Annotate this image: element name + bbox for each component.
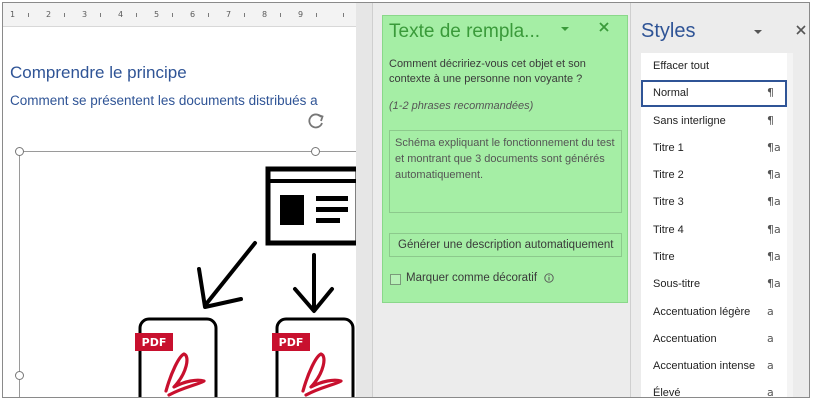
alt-text-panel: Texte de rempla... Comment décririez-vou… (382, 15, 628, 303)
linked-style-icon: ¶a (767, 195, 781, 208)
paragraph-style-icon: ¶ (767, 114, 774, 127)
style-item-label: Titre 1 (653, 142, 684, 154)
ruler-number: 6 (190, 10, 196, 19)
styles-list-scrollbar[interactable] (787, 53, 793, 397)
character-style-icon: a (767, 386, 774, 398)
character-style-icon: a (767, 332, 774, 345)
alt-text-hint: (1-2 phrases recommandées) (389, 100, 534, 112)
pdf-file-icon: PDF (272, 317, 355, 397)
character-style-icon: a (767, 305, 774, 318)
linked-style-icon: ¶a (767, 250, 781, 263)
ruler-number: 5 (154, 10, 160, 19)
ruler-number: 7 (226, 10, 232, 19)
style-item-no-spacing[interactable]: Sans interligne ¶ (641, 108, 787, 135)
alt-text-input[interactable]: Schéma expliquant le fonctionnement du t… (389, 130, 622, 213)
style-item-subtitle[interactable]: Sous-titre ¶a (641, 271, 787, 298)
rotate-handle-icon[interactable] (306, 111, 326, 131)
style-item-label: Titre 3 (653, 196, 684, 208)
linked-style-icon: ¶a (767, 141, 781, 154)
style-item-label: Élevé (653, 387, 681, 398)
ruler-tick (316, 13, 317, 17)
style-item-label: Sans interligne (653, 115, 726, 127)
ruler-tick (343, 13, 344, 17)
style-item-strong[interactable]: Élevé a (641, 380, 787, 398)
style-item-label: Titre (653, 251, 675, 263)
ruler-number: 8 (262, 10, 268, 19)
document-subheading: Comment se présentent les documents dist… (10, 93, 318, 108)
style-item-title[interactable]: Titre ¶a (641, 244, 787, 271)
ruler-tick (172, 13, 173, 17)
ruler-tick (64, 13, 65, 17)
linked-style-icon: ¶a (767, 223, 781, 236)
styles-list: Effacer tout Normal ¶ Sans interligne ¶ … (641, 53, 787, 398)
style-item-heading-1[interactable]: Titre 1 ¶a (641, 135, 787, 162)
styles-pane-title: Styles (641, 20, 696, 42)
ruler-tick (28, 13, 29, 17)
style-item-clear-all[interactable]: Effacer tout (641, 53, 787, 80)
decorative-checkbox-label[interactable]: Marquer comme décoratif (406, 272, 537, 284)
ruler-tick (208, 13, 209, 17)
style-item-label: Sous-titre (653, 278, 701, 290)
style-item-heading-3[interactable]: Titre 3 ¶a (641, 189, 787, 216)
pane-options-chevron-down-icon[interactable] (558, 22, 572, 36)
ruler-number: 1 (10, 10, 16, 19)
ruler-number: 4 (118, 10, 124, 19)
pdf-label: PDF (142, 336, 167, 349)
ruler-number: 3 (82, 10, 88, 19)
alt-text-pane-title: Texte de rempla... (389, 21, 541, 42)
style-item-label: Normal (653, 87, 689, 99)
styles-pane: Styles Effacer tout Normal ¶ Sans interl… (631, 3, 809, 398)
ruler-tick (244, 13, 245, 17)
pane-options-chevron-down-icon[interactable] (751, 25, 765, 39)
close-icon[interactable] (597, 20, 611, 34)
style-item-heading-2[interactable]: Titre 2 ¶a (641, 162, 787, 189)
ruler-tick (136, 13, 137, 17)
alt-text-instructions: Comment décririez-vous cet objet et son … (389, 58, 586, 85)
document-page[interactable]: 1 2 3 4 5 6 7 8 9 Comprendre le principe… (3, 3, 356, 398)
window-frame: 1 2 3 4 5 6 7 8 9 Comprendre le principe… (2, 2, 810, 398)
paragraph-style-icon: ¶ (767, 86, 774, 99)
style-item-intense-emphasis[interactable]: Accentuation intense a (641, 353, 787, 380)
style-item-label: Effacer tout (653, 60, 710, 72)
pdf-label: PDF (279, 336, 304, 349)
alt-text-pane: Texte de rempla... Comment décririez-vou… (372, 3, 631, 397)
horizontal-ruler[interactable]: 1 2 3 4 5 6 7 8 9 (3, 3, 356, 27)
close-icon[interactable] (794, 23, 808, 37)
info-icon[interactable] (544, 273, 554, 283)
diagram-image[interactable]: PDF PDF (19, 151, 356, 398)
decorative-checkbox[interactable] (390, 274, 401, 285)
linked-style-icon: ¶a (767, 277, 781, 290)
arrow-down-icon (293, 253, 334, 313)
ruler-tick (280, 13, 281, 17)
pdf-file-icon: PDF (135, 317, 218, 397)
style-item-label: Titre 2 (653, 169, 684, 181)
style-item-subtle-emphasis[interactable]: Accentuation légère a (641, 299, 787, 326)
style-item-emphasis[interactable]: Accentuation a (641, 326, 787, 353)
generate-description-button[interactable]: Générer une description automatiquement (389, 233, 622, 257)
ruler-number: 2 (46, 10, 52, 19)
style-item-label: Accentuation intense (653, 360, 756, 372)
linked-style-icon: ¶a (767, 168, 781, 181)
style-item-heading-4[interactable]: Titre 4 ¶a (641, 217, 787, 244)
character-style-icon: a (767, 359, 774, 372)
style-item-label: Titre 4 (653, 224, 684, 236)
style-item-normal[interactable]: Normal ¶ (641, 80, 787, 107)
document-window-icon (265, 166, 356, 246)
style-item-label: Accentuation (653, 333, 717, 345)
style-item-label: Accentuation légère (653, 306, 751, 318)
document-heading: Comprendre le principe (10, 63, 187, 82)
arrow-down-left-icon (197, 241, 257, 309)
ruler-tick (100, 13, 101, 17)
ruler-number: 9 (298, 10, 304, 19)
